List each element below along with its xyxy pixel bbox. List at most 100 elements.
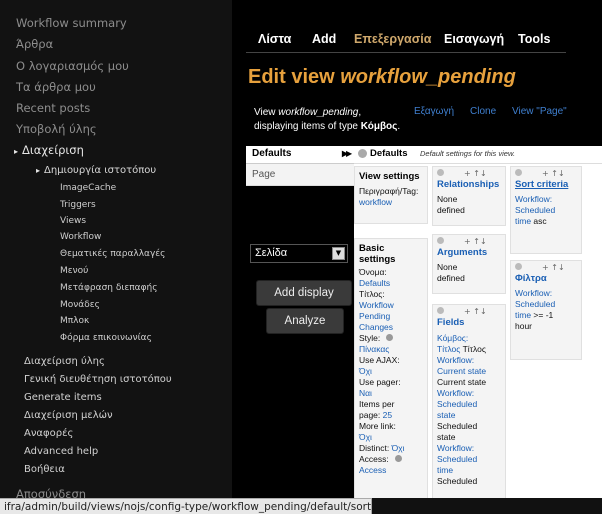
sidebar-item-translate-interface[interactable]: Μετάφραση διεπαφής <box>60 283 158 293</box>
field-item[interactable]: time <box>437 465 501 476</box>
add-icon[interactable]: + <box>464 237 471 246</box>
sidebar-item-themes[interactable]: Θεματικές παραλλαγές <box>60 249 165 259</box>
filter-item[interactable]: Scheduled <box>515 299 577 310</box>
setting-value[interactable]: Workflow <box>359 300 423 311</box>
filter-item: time >= -1 <box>515 310 577 321</box>
field-item[interactable]: Κόμβος: <box>437 333 501 344</box>
sidebar-item-generate-items[interactable]: Generate items <box>24 392 102 403</box>
view-desc-text: , <box>358 107 362 118</box>
field-item[interactable]: state <box>437 410 501 421</box>
sidebar-item-triggers[interactable]: Triggers <box>60 200 96 210</box>
add-display-button[interactable]: Add display <box>256 280 352 306</box>
sidebar-item-articles[interactable]: Άρθρα <box>16 37 53 51</box>
gear-icon[interactable] <box>358 149 367 158</box>
sidebar-item-menus[interactable]: Μενού <box>60 266 88 276</box>
sidebar-item-advanced-help[interactable]: Advanced help <box>24 446 98 457</box>
sidebar-item-views[interactable]: Views <box>60 216 86 226</box>
add-icon[interactable]: + <box>464 307 471 316</box>
filter-link[interactable]: time <box>515 310 533 320</box>
sidebar-item-recent-posts[interactable]: Recent posts <box>16 101 90 115</box>
gear-icon[interactable] <box>515 263 522 270</box>
gear-icon[interactable] <box>437 307 444 314</box>
display-type-select[interactable]: Σελίδα ▼ <box>250 244 348 263</box>
description-tag-value[interactable]: workflow <box>359 197 423 208</box>
sidebar-item-user-management[interactable]: Διαχείριση μελών <box>24 410 113 421</box>
chevron-down-icon: ▼ <box>332 247 345 260</box>
setting-value[interactable]: Changes <box>359 322 423 333</box>
sidebar-item-contact-form[interactable]: Φόρμα επικοινωνίας <box>60 333 152 343</box>
rearrange-icon[interactable]: ↑↓ <box>551 169 564 178</box>
sort-item[interactable]: Scheduled <box>515 205 577 216</box>
view-desc-name: workflow_pending <box>278 107 359 118</box>
export-link[interactable]: Εξαγωγή <box>414 106 454 117</box>
sidebar-item-imagecache[interactable]: ImageCache <box>60 183 116 193</box>
field-link[interactable]: Τίτλος <box>437 344 463 354</box>
section-title[interactable]: Fields <box>437 317 501 328</box>
add-icon[interactable]: + <box>542 263 549 272</box>
gear-icon[interactable] <box>515 169 522 176</box>
rearrange-icon[interactable]: ↑↓ <box>473 237 486 246</box>
setting-value[interactable]: Πίνακας <box>359 344 423 355</box>
filters-list: Workflow: Scheduled time >= -1 hour <box>515 288 577 332</box>
expanded-arrow-icon: ▸ <box>36 166 41 175</box>
field-item[interactable]: Scheduled <box>437 454 501 465</box>
sidebar-item-my-articles[interactable]: Τα άρθρα μου <box>16 80 96 94</box>
section-title[interactable]: Sort criteria <box>515 179 577 190</box>
gear-icon[interactable] <box>394 455 402 462</box>
sidebar-item-reports[interactable]: Αναφορές <box>24 428 73 439</box>
setting-value[interactable]: 25 <box>383 410 392 420</box>
tab-add[interactable]: Add <box>312 32 336 46</box>
setting-value[interactable]: Όχι <box>392 443 405 453</box>
view-settings-section: View settings Περιγραφή/Tag: workflow <box>354 166 428 224</box>
tab-import[interactable]: Εισαγωγή <box>444 32 504 46</box>
setting-value[interactable]: Όχι <box>359 432 423 443</box>
tab-tools[interactable]: Tools <box>518 32 550 46</box>
gear-icon[interactable] <box>437 169 444 176</box>
setting-value[interactable]: Ναι <box>359 388 423 399</box>
tab-list[interactable]: Λίστα <box>258 32 291 46</box>
tab-edit[interactable]: Επεξεργασία <box>354 32 431 46</box>
field-item[interactable]: Workflow: <box>437 355 501 366</box>
sidebar-item-administration[interactable]: ▸ Διαχείριση <box>14 143 84 157</box>
rearrange-icon[interactable]: ↑↓ <box>473 307 486 316</box>
add-icon[interactable]: + <box>464 169 471 178</box>
rearrange-icon[interactable]: ↑↓ <box>473 169 486 178</box>
section-title[interactable]: Relationships <box>437 179 501 190</box>
analyze-button[interactable]: Analyze <box>266 308 344 334</box>
display-tab-page[interactable]: Page <box>246 164 354 186</box>
clone-link[interactable]: Clone <box>470 106 496 117</box>
sort-list: Workflow: Scheduled time asc <box>515 194 577 227</box>
filter-item[interactable]: Workflow: <box>515 288 577 299</box>
sort-link[interactable]: time <box>515 216 533 226</box>
section-title[interactable]: Φίλτρα <box>515 273 577 284</box>
display-tab-defaults[interactable]: Defaults ▶ <box>246 146 354 164</box>
sidebar-item-content-management[interactable]: Διαχείριση ύλης <box>24 356 105 367</box>
sidebar-item-site-building[interactable]: ▸ Δημιουργία ιστοτόπου <box>36 165 156 176</box>
add-icon[interactable]: + <box>542 169 549 178</box>
sidebar-item-site-configuration[interactable]: Γενική διευθέτηση ιστοτόπου <box>24 374 172 385</box>
sidebar-item-help[interactable]: Βοήθεια <box>24 464 65 475</box>
field-item[interactable]: Workflow: <box>437 443 501 454</box>
basic-settings-section: Basic settings Όνομα: Defaults Τίτλος: W… <box>354 238 428 498</box>
sidebar-item-my-account[interactable]: Ο λογαριασμός μου <box>16 59 129 73</box>
view-desc-text: displaying items of type <box>254 121 361 132</box>
field-item[interactable]: Workflow: <box>437 388 501 399</box>
sidebar-item-workflow[interactable]: Workflow <box>60 232 101 242</box>
section-title[interactable]: Arguments <box>437 247 501 258</box>
view-page-link[interactable]: View "Page" <box>512 106 567 117</box>
field-item[interactable]: Current state <box>437 366 501 377</box>
sidebar-item-submit-content[interactable]: Υποβολή ύλης <box>16 122 97 136</box>
sidebar-item-modules[interactable]: Μονάδες <box>60 300 100 310</box>
gear-icon[interactable] <box>437 237 444 244</box>
setting-value[interactable]: Pending <box>359 311 423 322</box>
gear-icon[interactable] <box>386 334 394 341</box>
setting-value[interactable]: Access <box>359 465 423 476</box>
sidebar-item-workflow-summary[interactable]: Workflow summary <box>16 16 127 30</box>
section-empty-text: defined <box>437 205 465 215</box>
setting-value[interactable]: Όχι <box>359 366 423 377</box>
rearrange-icon[interactable]: ↑↓ <box>551 263 564 272</box>
sort-item[interactable]: Workflow: <box>515 194 577 205</box>
field-item[interactable]: Scheduled <box>437 399 501 410</box>
setting-value[interactable]: Defaults <box>359 278 423 289</box>
sidebar-item-blocks[interactable]: Μπλοκ <box>60 316 89 326</box>
